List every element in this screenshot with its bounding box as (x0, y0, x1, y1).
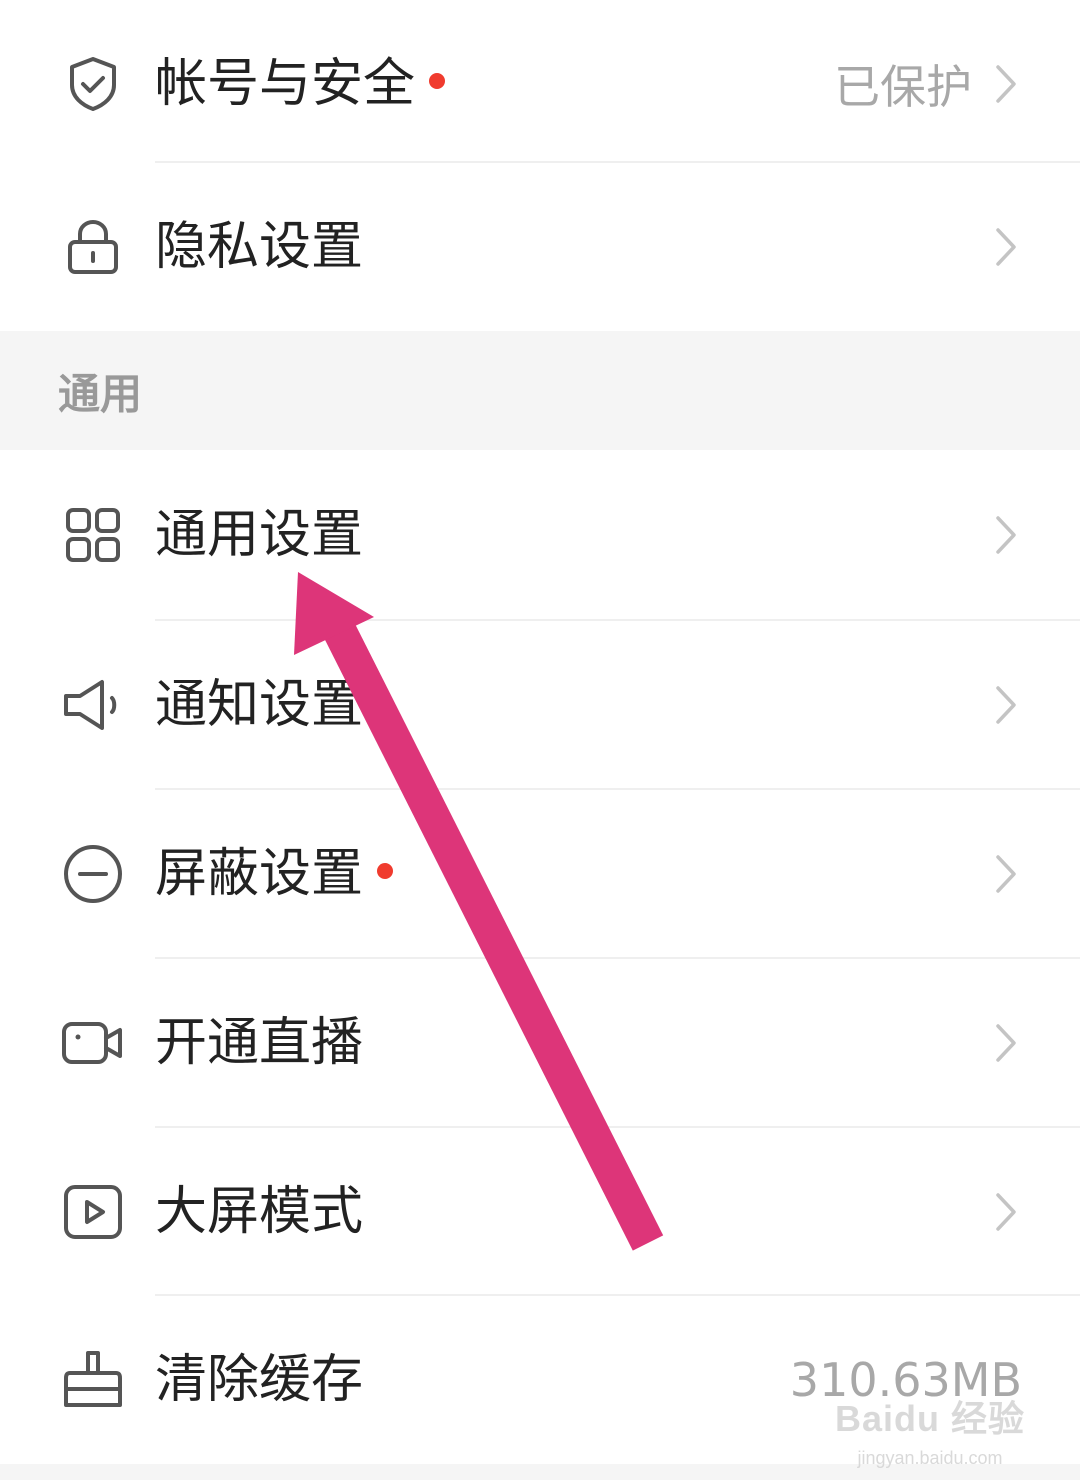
chevron-right-icon (996, 686, 1016, 724)
chevron-right-icon (996, 1193, 1016, 1231)
clear-cache-label: 清除缓存 (155, 1350, 364, 1410)
watermark-text: Baidu 经验 (834, 1398, 1025, 1439)
big-screen-mode-label: 大屏模式 (155, 1182, 364, 1242)
start-live-row[interactable]: 开通直播 (0, 959, 1080, 1127)
general-settings-label: 通用设置 (155, 505, 364, 565)
notification-dot (377, 863, 394, 879)
privacy-settings-row[interactable]: 隐私设置 (0, 163, 1080, 331)
grid-icon (60, 502, 126, 568)
play-screen-icon (60, 1179, 126, 1245)
broom-icon (60, 1347, 126, 1413)
lock-icon (60, 214, 126, 280)
account-security-label: 帐号与安全 (155, 58, 446, 110)
notification-dot (429, 73, 446, 89)
chevron-right-icon (996, 855, 1016, 893)
chevron-right-icon (996, 228, 1016, 266)
chevron-right-icon (996, 1024, 1016, 1062)
chevron-right-icon (996, 65, 1016, 103)
general-settings-row[interactable]: 通用设置 (0, 451, 1080, 619)
baidu-jingyan-watermark: Baidu 经验 jingyan.baidu.com (830, 1390, 1030, 1469)
watermark-url: jingyan.baidu.com (857, 1448, 1003, 1468)
privacy-settings-label: 隐私设置 (155, 217, 364, 277)
video-camera-icon (60, 1010, 126, 1076)
general-section-header: 通用 (0, 331, 1080, 450)
notification-settings-row[interactable]: 通知设置 (0, 621, 1080, 789)
shield-check-icon (60, 51, 126, 117)
account-security-row[interactable]: 帐号与安全 已保护 (0, 0, 1080, 168)
section-title: 通用 (58, 369, 143, 418)
block-settings-row[interactable]: 屏蔽设置 (0, 790, 1080, 958)
notification-settings-label: 通知设置 (155, 675, 364, 735)
start-live-label: 开通直播 (155, 1013, 364, 1073)
account-security-status: 已保护 (834, 60, 972, 114)
minus-circle-icon (60, 841, 126, 907)
big-screen-mode-row[interactable]: 大屏模式 (0, 1128, 1080, 1296)
chevron-right-icon (996, 516, 1016, 554)
block-settings-label: 屏蔽设置 (155, 848, 394, 900)
speaker-icon (60, 672, 126, 738)
